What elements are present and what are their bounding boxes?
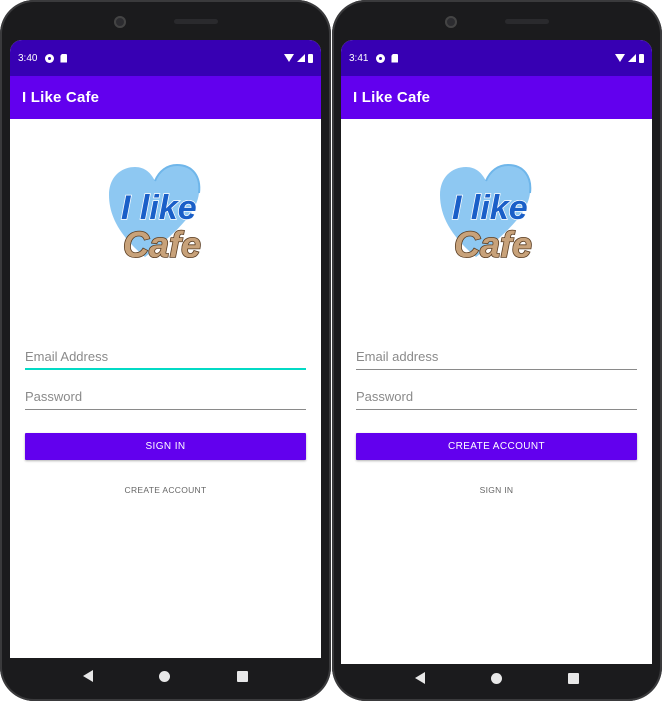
- home-icon[interactable]: [491, 672, 502, 684]
- sd-card-icon: [60, 53, 68, 63]
- notification-icon: [45, 53, 55, 63]
- earpiece: [445, 16, 549, 28]
- nav-bar: [0, 655, 331, 697]
- sign-in-form: Email Address Password SIGN IN CREATE AC…: [10, 330, 321, 495]
- password-field-label: Password: [356, 389, 414, 404]
- speaker-grille: [505, 19, 549, 24]
- back-icon[interactable]: [415, 672, 425, 684]
- wifi-icon: [615, 54, 625, 62]
- signal-icon: [628, 54, 636, 62]
- signal-icon: [297, 54, 305, 62]
- status-time: 3:41: [349, 52, 369, 64]
- status-right: [615, 53, 644, 63]
- back-icon[interactable]: [83, 670, 94, 682]
- email-field[interactable]: Email address: [356, 330, 637, 370]
- sign-in-link[interactable]: SIGN IN: [356, 485, 637, 495]
- logo-text-top: I like: [452, 189, 528, 227]
- wifi-icon: [284, 54, 294, 62]
- home-icon[interactable]: [159, 670, 171, 682]
- password-field-label: Password: [25, 389, 83, 404]
- cafe-logo: I like Cafe: [108, 163, 201, 266]
- app-bar: I Like Cafe: [341, 76, 652, 119]
- front-camera: [113, 16, 126, 28]
- phone-left: 3:40 I Like Cafe I like Cafe Email Addre…: [0, 0, 331, 701]
- logo-text-top: I like: [121, 189, 197, 227]
- screen-create-account: 3:41 I Like Cafe I like Cafe Email addre…: [341, 40, 652, 664]
- speaker-grille: [173, 19, 218, 24]
- logo-text-bottom: Cafe: [454, 224, 532, 265]
- logo-text-bottom: Cafe: [123, 224, 201, 265]
- create-account-link[interactable]: CREATE ACCOUNT: [25, 485, 306, 495]
- recents-icon[interactable]: [236, 670, 248, 682]
- email-field[interactable]: Email Address: [25, 330, 306, 370]
- status-bar: 3:40: [10, 40, 321, 76]
- app-title: I Like Cafe: [353, 89, 431, 106]
- password-field[interactable]: Password: [356, 370, 637, 410]
- create-account-form: Email address Password CREATE ACCOUNT SI…: [341, 330, 652, 495]
- recents-icon[interactable]: [568, 672, 579, 684]
- app-title: I Like Cafe: [22, 89, 100, 106]
- status-time: 3:40: [18, 52, 38, 64]
- front-camera: [445, 16, 457, 28]
- battery-icon: [308, 53, 313, 63]
- sign-in-button[interactable]: SIGN IN: [25, 433, 306, 460]
- email-field-label: Email Address: [25, 349, 109, 364]
- cafe-logo: I like Cafe: [439, 163, 532, 266]
- create-account-button[interactable]: CREATE ACCOUNT: [356, 433, 637, 460]
- earpiece: [113, 16, 218, 28]
- status-right: [284, 53, 313, 63]
- phone-right: 3:41 I Like Cafe I like Cafe Email addre…: [332, 0, 662, 701]
- battery-icon: [639, 53, 644, 63]
- sd-card-icon: [391, 53, 399, 63]
- app-bar: I Like Cafe: [10, 76, 321, 119]
- notification-icon: [376, 53, 386, 63]
- password-field[interactable]: Password: [25, 370, 306, 410]
- screen-sign-in: 3:40 I Like Cafe I like Cafe Email Addre…: [10, 40, 321, 658]
- status-bar: 3:41: [341, 40, 652, 76]
- nav-bar: [332, 657, 662, 699]
- email-field-label: Email address: [356, 349, 439, 364]
